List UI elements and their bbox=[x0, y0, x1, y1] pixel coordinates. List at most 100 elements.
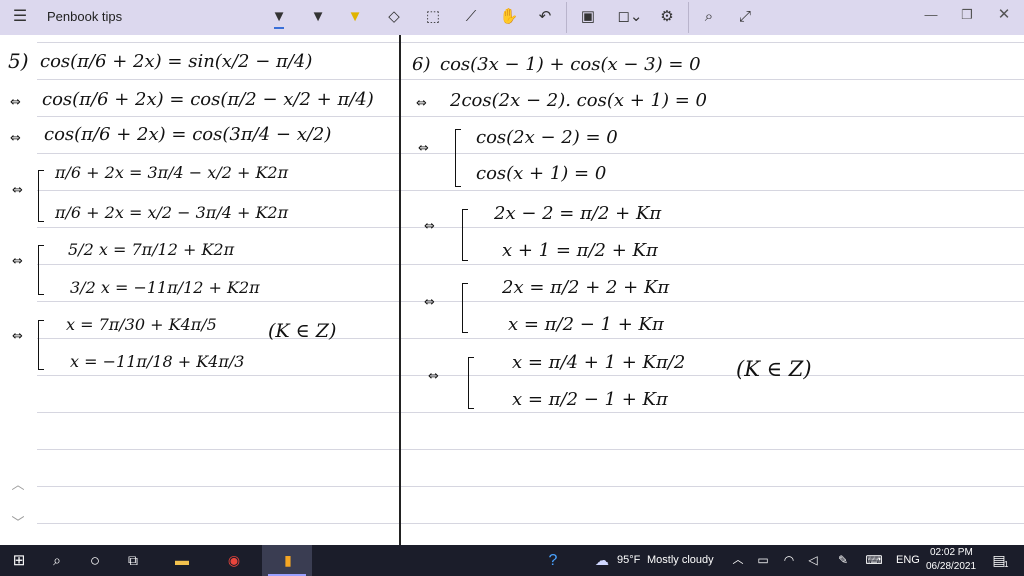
handwritten-line: (K ∈ Z) bbox=[736, 357, 812, 381]
pen-black-icon[interactable]: ▼ bbox=[266, 5, 292, 29]
bracket bbox=[38, 320, 44, 370]
handwritten-line: 2x − 2 = π/2 + Kπ bbox=[494, 203, 662, 224]
task-view-icon[interactable]: ⧉ bbox=[122, 545, 144, 576]
clock-date[interactable]: 06/28/2021 bbox=[926, 561, 976, 572]
handwritten-line: cos(x + 1) = 0 bbox=[476, 163, 607, 184]
handwritten-line: 2x = π/2 + 2 + Kπ bbox=[502, 277, 670, 298]
handwritten-line: 5/2 x = 7π/12 + K2π bbox=[68, 240, 235, 259]
search-icon[interactable]: ⌕ bbox=[46, 545, 68, 576]
ruled-line bbox=[37, 190, 1024, 191]
ruled-line bbox=[37, 486, 1024, 487]
penbook-app-icon[interactable]: ▮ bbox=[276, 545, 300, 576]
handwritten-line: 3/2 x = −11π/12 + K2π bbox=[70, 278, 260, 297]
handwritten-line: x = −11π/18 + K4π/3 bbox=[70, 352, 245, 371]
problem-number: 6) bbox=[412, 54, 431, 75]
notebook-page[interactable]: 5) cos(π/6 + 2x) = sin(x/2 − π/4) ⇔ cos(… bbox=[0, 35, 1024, 545]
touch-write-icon[interactable]: ✋ bbox=[496, 5, 522, 29]
highlighter-icon[interactable]: ▼ bbox=[342, 5, 368, 29]
ruled-line bbox=[37, 264, 1024, 265]
language-indicator[interactable]: ENG bbox=[896, 554, 920, 566]
ruled-line bbox=[37, 375, 1024, 376]
taskbar: ⊞ ⌕ ○ ⧉ ▬ ◉ ▮ ? ☁ 95°F Mostly cloudy ︿ ▭… bbox=[0, 545, 1024, 576]
shapes-icon[interactable]: ◻⌄ bbox=[617, 5, 643, 29]
equivalence-symbol: ⇔ bbox=[10, 95, 21, 110]
ruled-line bbox=[37, 449, 1024, 450]
equivalence-symbol: ⇔ bbox=[12, 329, 23, 344]
equivalence-symbol: ⇔ bbox=[424, 219, 435, 234]
equivalence-symbol: ⇔ bbox=[416, 96, 427, 111]
weather-temperature[interactable]: 95°F bbox=[617, 554, 640, 566]
ruled-line bbox=[37, 523, 1024, 524]
ruled-line bbox=[37, 79, 1024, 80]
handwritten-line: x = π/4 + 1 + Kπ/2 bbox=[512, 352, 686, 373]
app-title: Penbook tips bbox=[47, 9, 123, 24]
chrome-icon[interactable]: ◉ bbox=[222, 545, 246, 576]
cortana-icon[interactable]: ○ bbox=[84, 545, 106, 576]
ruled-line bbox=[37, 42, 1024, 43]
chevron-up-icon[interactable]: ︿ bbox=[8, 475, 28, 495]
problem-number: 5) bbox=[8, 49, 29, 73]
equivalence-symbol: ⇔ bbox=[12, 254, 23, 269]
bracket bbox=[462, 209, 468, 261]
weather-description[interactable]: Mostly cloudy bbox=[647, 554, 714, 566]
pen-dark-icon[interactable]: ▼ bbox=[305, 5, 331, 29]
keyboard-icon[interactable]: ⌨ bbox=[862, 545, 886, 576]
handwritten-line: π/6 + 2x = x/2 − 3π/4 + K2π bbox=[55, 203, 289, 222]
pen-workspace-icon[interactable]: ✎ bbox=[832, 545, 854, 576]
help-icon[interactable]: ? bbox=[542, 545, 564, 576]
eraser-icon[interactable]: ◇ bbox=[381, 5, 407, 29]
bracket bbox=[38, 245, 44, 295]
active-pen-indicator bbox=[274, 27, 284, 29]
toolbar-separator bbox=[688, 2, 689, 33]
handwritten-line: x + 1 = π/2 + Kπ bbox=[502, 240, 658, 261]
notification-count: 1 bbox=[1004, 560, 1009, 569]
maximize-icon[interactable]: ❐ bbox=[952, 4, 982, 26]
bracket bbox=[462, 283, 468, 333]
file-explorer-icon[interactable]: ▬ bbox=[170, 545, 194, 576]
handwritten-line: cos(π/6 + 2x) = cos(3π/4 − x/2) bbox=[44, 124, 332, 145]
weather-cloud-icon[interactable]: ☁ bbox=[592, 545, 612, 576]
chevron-up-icon[interactable]: ︿ bbox=[730, 545, 746, 576]
ruled-line bbox=[37, 153, 1024, 154]
bracket bbox=[455, 129, 461, 187]
handwritten-line: π/6 + 2x = 3π/4 − x/2 + K2π bbox=[55, 163, 289, 182]
image-icon[interactable]: ▣ bbox=[575, 5, 601, 29]
handwritten-line: x = π/2 − 1 + Kπ bbox=[512, 389, 668, 410]
handwritten-line: cos(π/6 + 2x) = sin(x/2 − π/4) bbox=[40, 51, 313, 72]
minimize-icon[interactable]: — bbox=[916, 4, 946, 26]
bracket bbox=[38, 170, 44, 222]
bracket bbox=[468, 357, 474, 409]
settings-icon[interactable]: ⚙ bbox=[654, 5, 680, 29]
ruled-line bbox=[37, 338, 1024, 339]
ruled-line bbox=[37, 301, 1024, 302]
toolbar-separator bbox=[566, 2, 567, 33]
equivalence-symbol: ⇔ bbox=[428, 369, 439, 384]
handwritten-line: x = 7π/30 + K4π/5 bbox=[66, 315, 217, 334]
handwritten-line: cos(2x − 2) = 0 bbox=[476, 127, 618, 148]
title-bar: ☰ Penbook tips ▼ ▼ ▼ ◇ ⬚ ⟋ ✋ ↶ ▣ ◻⌄ ⚙ ⌕ … bbox=[0, 0, 1024, 35]
handwritten-line: cos(π/6 + 2x) = cos(π/2 − x/2 + π/4) bbox=[42, 89, 374, 110]
column-divider bbox=[399, 35, 401, 545]
hamburger-menu-icon[interactable]: ☰ bbox=[8, 5, 32, 29]
expand-icon[interactable]: ⤢ bbox=[732, 5, 758, 29]
chevron-down-icon[interactable]: ﹀ bbox=[8, 513, 28, 533]
volume-icon[interactable]: ◁ bbox=[804, 545, 822, 576]
close-icon[interactable]: ✕ bbox=[989, 4, 1019, 26]
handwritten-line: cos(3x − 1) + cos(x − 3) = 0 bbox=[440, 54, 701, 75]
equivalence-symbol: ⇔ bbox=[10, 131, 21, 146]
ruled-line bbox=[37, 227, 1024, 228]
wifi-icon[interactable]: ◠ bbox=[780, 545, 798, 576]
handwritten-line: (K ∈ Z) bbox=[268, 320, 337, 342]
handwritten-line: 2cos(2x − 2). cos(x + 1) = 0 bbox=[450, 90, 707, 111]
ruler-icon[interactable]: ⟋ bbox=[458, 5, 484, 29]
search-icon[interactable]: ⌕ bbox=[696, 5, 722, 29]
equivalence-symbol: ⇔ bbox=[418, 141, 429, 156]
ruled-line bbox=[37, 116, 1024, 117]
battery-icon[interactable]: ▭ bbox=[754, 545, 772, 576]
ruled-line bbox=[37, 412, 1024, 413]
clock-time[interactable]: 02:02 PM bbox=[930, 547, 973, 558]
lasso-select-icon[interactable]: ⬚ bbox=[420, 5, 446, 29]
undo-icon[interactable]: ↶ bbox=[532, 5, 558, 29]
windows-start-icon[interactable]: ⊞ bbox=[8, 545, 30, 576]
equivalence-symbol: ⇔ bbox=[424, 295, 435, 310]
